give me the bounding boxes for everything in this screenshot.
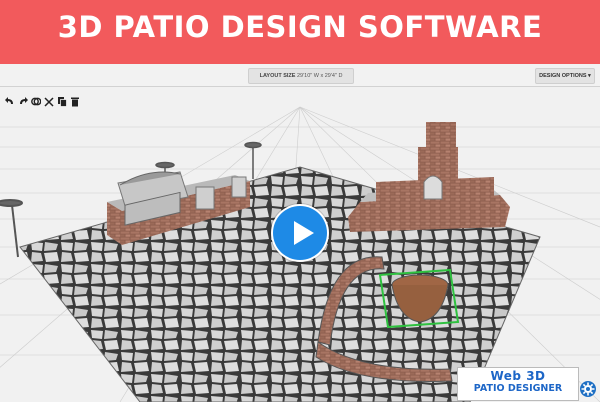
redo-icon[interactable] [18, 96, 28, 107]
gear-icon [581, 382, 595, 396]
logo-line-2: PATIO DESIGNER [473, 383, 563, 394]
copy-icon[interactable] [57, 96, 67, 107]
settings-button[interactable] [580, 381, 596, 397]
edit-toolbar [5, 96, 80, 108]
play-video-button[interactable] [273, 206, 327, 260]
banner-title: 3D PATIO DESIGN SOFTWARE [57, 10, 543, 44]
toggle-view-icon[interactable] [31, 96, 41, 107]
play-icon [294, 221, 314, 245]
top-toolbar: LAYOUT SIZE 29'10" W x 29'4" D DESIGN OP… [0, 64, 600, 87]
layout-size-label: LAYOUT SIZE [259, 73, 296, 79]
layout-size-indicator[interactable]: LAYOUT SIZE 29'10" W x 29'4" D [248, 68, 354, 84]
design-options-button[interactable]: DESIGN OPTIONS ▾ [535, 68, 595, 84]
web-3d-patio-designer-logo: Web 3D PATIO DESIGNER [457, 367, 579, 401]
disconnect-icon[interactable] [44, 96, 54, 107]
trash-icon[interactable] [70, 96, 80, 107]
title-banner: 3D PATIO DESIGN SOFTWARE [0, 0, 600, 64]
undo-icon[interactable] [5, 96, 15, 107]
logo-line-1: Web 3D [490, 369, 546, 383]
layout-size-value: 29'10" W x 29'4" D [296, 73, 343, 79]
